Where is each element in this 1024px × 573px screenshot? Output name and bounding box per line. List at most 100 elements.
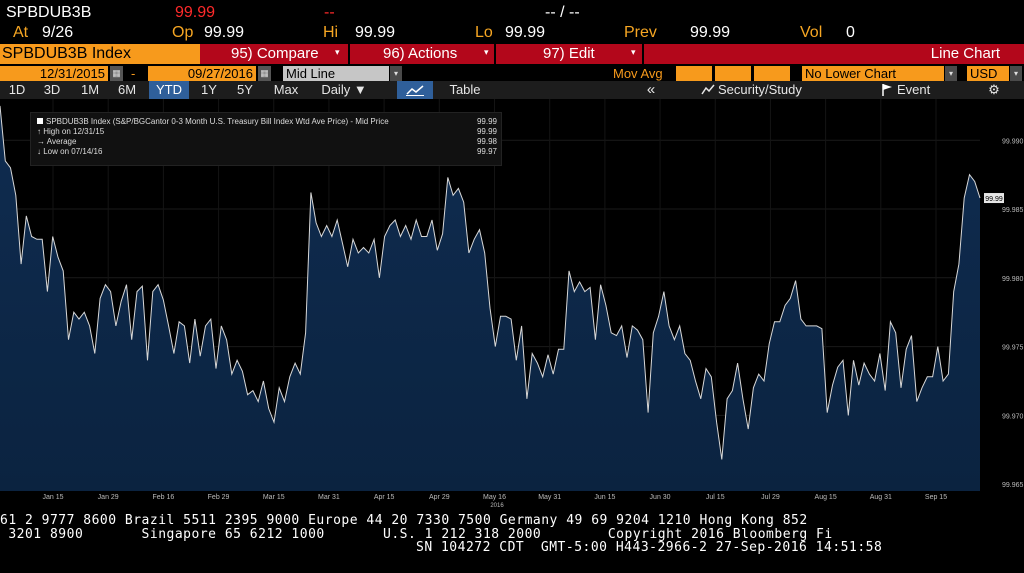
last-price: 99.99 xyxy=(175,4,216,21)
edit-dropdown-icon[interactable]: ▾ xyxy=(631,47,636,58)
range-1m-button[interactable]: 1M xyxy=(76,81,104,99)
x-tick-label: Jul 29 xyxy=(761,494,780,501)
net-change: -- xyxy=(324,4,335,21)
range-ytd-button[interactable]: YTD xyxy=(149,81,189,99)
x-tick-label: Sep 15 xyxy=(925,494,947,501)
x-tick-label: Jul 15 xyxy=(706,494,725,501)
menu-separator xyxy=(494,44,496,64)
range-5y-button[interactable]: 5Y xyxy=(231,81,259,99)
y-tick-label: 99.965 xyxy=(1002,482,1024,489)
chevron-down-icon[interactable]: ▾ xyxy=(1010,66,1022,81)
x-tick-label: May 16 xyxy=(483,494,506,501)
legend-avg-value: 99.98 xyxy=(476,137,497,146)
x-tick-label: Mar 15 xyxy=(263,494,285,501)
y-tick-label: 99.975 xyxy=(1002,345,1024,352)
y-tick-label: 99.990 xyxy=(1002,138,1024,145)
legend-low-value: 99.97 xyxy=(476,147,497,156)
y-tick-label: 99.980 xyxy=(1002,276,1024,283)
mov-avg-field[interactable] xyxy=(754,66,790,81)
legend-high-value: 99.99 xyxy=(476,127,497,136)
x-tick-label: Jan 29 xyxy=(98,494,119,501)
legend-avg-row: → Average 99.98 xyxy=(37,137,497,147)
period-select[interactable]: Daily ▼ xyxy=(312,81,376,99)
edit-button[interactable]: 97) Edit xyxy=(543,44,595,64)
chart-legend[interactable]: SPBDUB3B Index (S&P/BGCantor 0-3 Month U… xyxy=(30,112,502,166)
actions-button[interactable]: 96) Actions xyxy=(383,44,457,64)
series-swatch xyxy=(37,118,43,124)
volume-value: 0 xyxy=(846,24,855,41)
menu-separator xyxy=(642,44,644,64)
collapse-icon[interactable]: « xyxy=(628,81,674,99)
range-max-button[interactable]: Max xyxy=(267,81,305,99)
mov-avg-field[interactable] xyxy=(676,66,712,81)
x-tick-label: Mar 31 xyxy=(318,494,340,501)
terminal-footer: 61 2 9777 8600 Brazil 5511 2395 9000 Eur… xyxy=(0,509,1024,573)
chevron-down-icon[interactable]: ▾ xyxy=(390,66,402,81)
open-value: 99.99 xyxy=(204,24,245,41)
legend-high-label: High on 12/31/15 xyxy=(43,127,105,136)
calendar-icon[interactable]: ▦ xyxy=(258,66,271,81)
lower-chart-select[interactable]: No Lower Chart xyxy=(802,66,944,81)
actions-dropdown-icon[interactable]: ▾ xyxy=(484,47,489,58)
chart-study-icon[interactable] xyxy=(700,81,716,99)
high-value: 99.99 xyxy=(355,24,396,41)
date-range-dash: - xyxy=(131,66,136,81)
low-value: 99.99 xyxy=(505,24,546,41)
low-label: Lo xyxy=(475,24,493,41)
volume-label: Vol xyxy=(800,24,823,41)
date-range-bar: 12/31/2015 ▦ - 09/27/2016 ▦ Mid Line ▾ M… xyxy=(0,65,1024,81)
x-tick-label: Jan 15 xyxy=(42,494,63,501)
legend-low-label: Low on 07/14/16 xyxy=(43,147,103,156)
end-date-field[interactable]: 09/27/2016 xyxy=(148,66,256,81)
x-tick-label: May 31 xyxy=(538,494,561,501)
compare-button[interactable]: 95) Compare xyxy=(231,44,319,64)
legend-title-row: SPBDUB3B Index (S&P/BGCantor 0-3 Month U… xyxy=(37,117,497,127)
gear-icon[interactable]: ⚙ xyxy=(984,81,1004,99)
range-3d-button[interactable]: 3D xyxy=(38,81,66,99)
legend-high-row: ↑ High on 12/31/15 99.99 xyxy=(37,127,497,137)
at-label: At xyxy=(13,24,29,41)
y-tick-label: 99.985 xyxy=(1002,207,1024,214)
x-tick-label: Jun 30 xyxy=(650,494,671,501)
x-tick-label: Apr 15 xyxy=(374,494,395,501)
range-6m-button[interactable]: 6M xyxy=(113,81,141,99)
y-tick-label: 99.970 xyxy=(1002,413,1024,420)
mov-avg-field[interactable] xyxy=(715,66,751,81)
calendar-icon[interactable]: ▦ xyxy=(110,66,123,81)
price-type-select[interactable]: Mid Line xyxy=(283,66,389,81)
range-1y-button[interactable]: 1Y xyxy=(195,81,223,99)
legend-low-row: ↓ Low on 07/14/16 99.97 xyxy=(37,147,497,157)
ticker-symbol: SPBDUB3B xyxy=(6,4,92,21)
session-info-line: SN 104272 CDT GMT-5:00 H443-2966-2 27-Se… xyxy=(416,540,883,555)
chevron-down-icon[interactable]: ▾ xyxy=(945,66,957,81)
average-arrow-icon: → xyxy=(37,137,47,146)
contact-line-1: 61 2 9777 8600 Brazil 5511 2395 9000 Eur… xyxy=(0,513,808,528)
x-tick-label: Aug 31 xyxy=(870,494,892,501)
chart-type-label[interactable]: Line Chart xyxy=(931,44,1000,64)
flag-icon[interactable] xyxy=(880,81,894,99)
compare-dropdown-icon[interactable]: ▾ xyxy=(335,47,340,58)
x-tick-label: Aug 15 xyxy=(815,494,837,501)
range-toolbar: 1D 3D 1M 6M YTD 1Y 5Y Max Daily ▼ Table … xyxy=(0,81,1024,99)
mov-avg-label: Mov Avg xyxy=(613,66,663,81)
line-chart-icon[interactable] xyxy=(397,81,433,99)
legend-title: SPBDUB3B Index (S&P/BGCantor 0-3 Month U… xyxy=(46,117,389,126)
event-button[interactable]: Event xyxy=(897,81,947,99)
currency-select[interactable]: USD xyxy=(967,66,1009,81)
high-label: Hi xyxy=(323,24,339,41)
legend-avg-label: Average xyxy=(46,137,77,146)
open-label: Op xyxy=(172,24,194,41)
x-tick-label: Feb 29 xyxy=(208,494,230,501)
quote-header: SPBDUB3B 99.99 -- -- / -- At 9/26 Op 99.… xyxy=(0,0,1024,44)
menu-separator xyxy=(348,44,350,64)
at-value: 9/26 xyxy=(42,24,74,41)
start-date-field[interactable]: 12/31/2015 xyxy=(0,66,108,81)
function-menu-bar: SPBDUB3B Index 95) Compare ▾ 96) Actions… xyxy=(0,44,1024,64)
security-study-button[interactable]: Security/Study xyxy=(718,81,834,99)
range-1d-button[interactable]: 1D xyxy=(3,81,31,99)
security-title[interactable]: SPBDUB3B Index xyxy=(0,44,200,64)
x-tick-label: Jun 15 xyxy=(594,494,615,501)
table-button[interactable]: Table xyxy=(440,81,490,99)
x-tick-label: Feb 16 xyxy=(152,494,174,501)
percent-change: -- / -- xyxy=(545,4,580,21)
